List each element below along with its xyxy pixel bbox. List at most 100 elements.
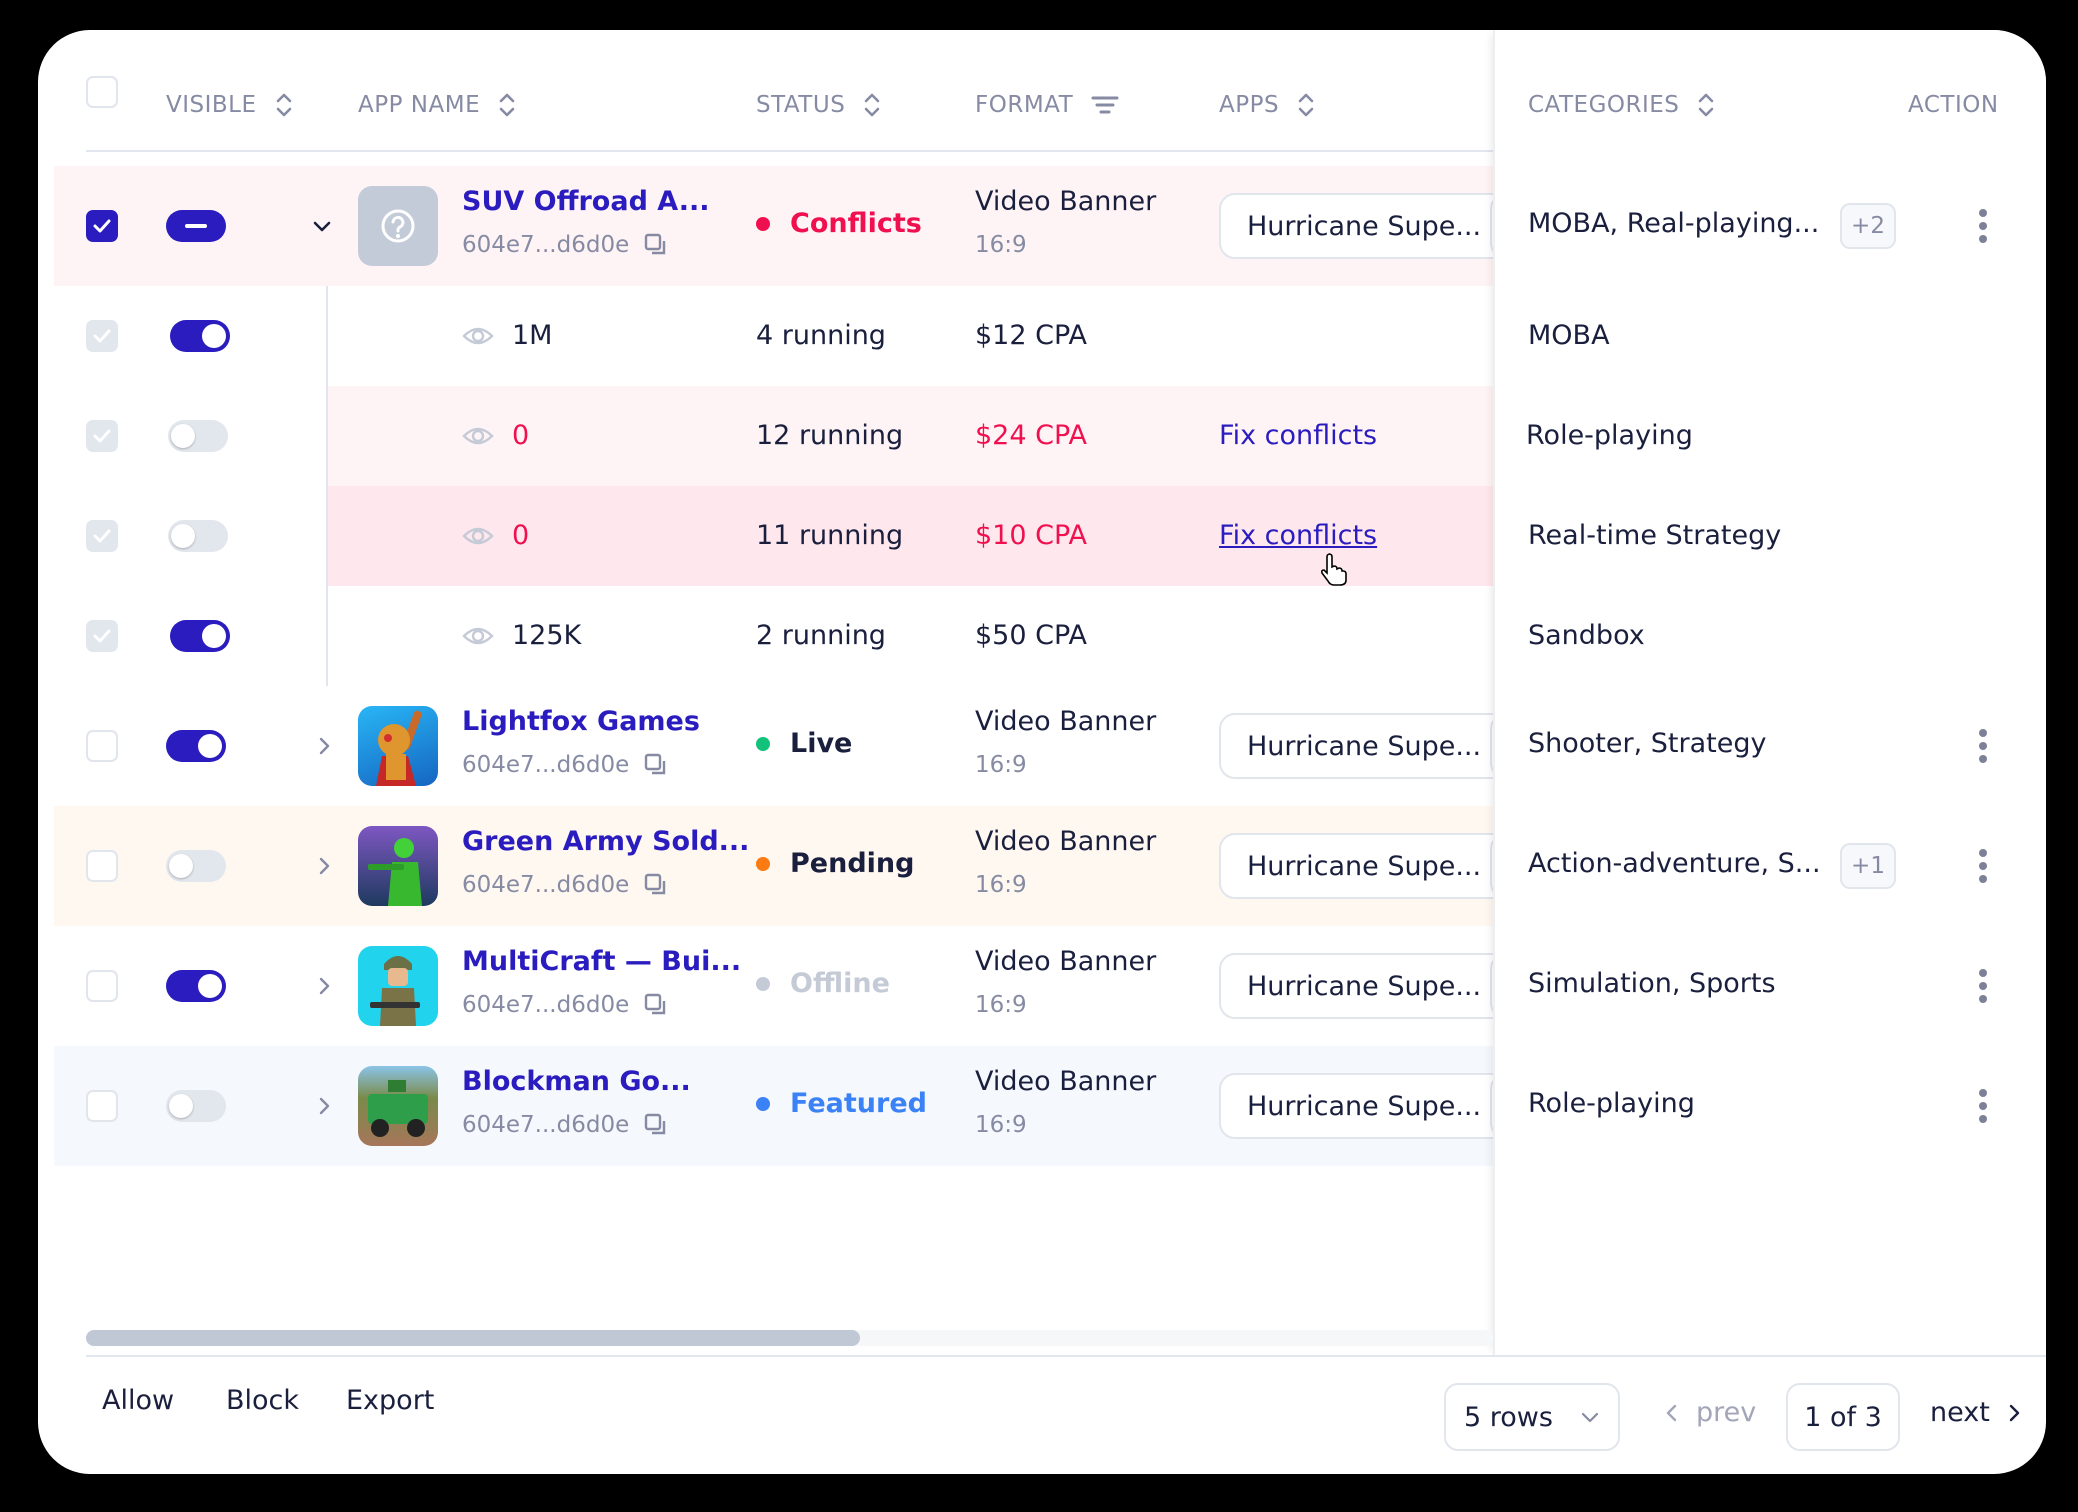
copy-icon[interactable] (643, 752, 669, 778)
app-name-link[interactable]: MultiCraft — Bui... (462, 946, 741, 977)
categories-text: Role-playing (1526, 420, 1693, 451)
visible-toggle[interactable] (170, 320, 230, 352)
copy-icon[interactable] (643, 1112, 669, 1138)
app-id: 604e7...d6d0e (462, 1112, 630, 1138)
header-visible[interactable]: VISIBLE (166, 30, 293, 180)
subrow-checkbox (86, 420, 118, 452)
header-format[interactable]: FORMAT (975, 30, 1119, 180)
eye-icon (462, 324, 494, 352)
sort-icon[interactable] (275, 92, 293, 118)
app-name-link[interactable]: Green Army Sold... (462, 826, 749, 857)
status-badge: Featured (756, 1088, 927, 1119)
header-status[interactable]: STATUS (756, 30, 881, 180)
chevron-down-icon[interactable] (310, 214, 334, 242)
more-vertical-icon[interactable] (1973, 849, 1993, 883)
filter-icon[interactable] (1091, 94, 1119, 116)
categories-text: Shooter, Strategy (1528, 728, 1767, 759)
copy-icon[interactable] (643, 992, 669, 1018)
next-label: next (1930, 1397, 1990, 1428)
copy-icon[interactable] (643, 872, 669, 898)
select-all-checkbox[interactable] (86, 76, 118, 108)
cpa-value: $12 CPA (975, 320, 1087, 351)
visible-toggle[interactable] (170, 620, 230, 652)
format-ratio: 16:9 (975, 872, 1027, 898)
more-vertical-icon[interactable] (1973, 969, 1993, 1003)
views-count: 0 (512, 520, 530, 551)
header-apps-label: APPS (1219, 92, 1280, 118)
chevron-right-icon[interactable] (312, 974, 336, 1002)
eye-icon (462, 424, 494, 452)
visible-toggle[interactable] (168, 520, 228, 552)
prev-label: prev (1696, 1397, 1757, 1428)
app-name-link[interactable]: Lightfox Games (462, 706, 700, 737)
header-app-name[interactable]: APP NAME (358, 30, 516, 180)
visible-toggle-indeterminate[interactable] (166, 210, 226, 242)
row-checkbox[interactable] (86, 970, 118, 1002)
visible-toggle[interactable] (168, 420, 228, 452)
app-icon-green-army (358, 826, 438, 906)
app-id: 604e7...d6d0e (462, 232, 630, 258)
row-checkbox[interactable] (86, 210, 118, 242)
categories-text: Role-playing (1528, 1088, 1695, 1119)
header-categories[interactable]: CATEGORIES (1528, 30, 1715, 180)
sort-icon[interactable] (863, 92, 881, 118)
categories-text: Real-time Strategy (1528, 520, 1782, 551)
cpa-value: $50 CPA (975, 620, 1087, 651)
page-indicator[interactable]: 1 of 3 (1786, 1383, 1900, 1451)
format-label: Video Banner (975, 706, 1157, 737)
more-categories-badge[interactable]: +2 (1840, 203, 1896, 249)
visible-toggle[interactable] (166, 970, 226, 1002)
fix-conflicts-link[interactable]: Fix conflicts (1219, 420, 1377, 451)
scrollbar-thumb[interactable] (86, 1330, 860, 1346)
more-vertical-icon[interactable] (1973, 729, 1993, 763)
visible-toggle[interactable] (166, 1090, 226, 1122)
horizontal-scrollbar[interactable] (86, 1330, 1493, 1346)
row-checkbox[interactable] (86, 850, 118, 882)
subrow-checkbox (86, 320, 118, 352)
format-ratio: 16:9 (975, 992, 1027, 1018)
chevron-down-icon (1579, 1406, 1601, 1428)
categories-text: MOBA (1528, 320, 1610, 351)
chevron-right-icon[interactable] (312, 734, 336, 762)
app-name-link[interactable]: SUV Offroad A... (462, 186, 709, 217)
running-count: 4 running (756, 320, 886, 351)
prev-page-button[interactable]: prev (1662, 1397, 1756, 1428)
more-vertical-icon[interactable] (1973, 1089, 1993, 1123)
chevron-right-icon[interactable] (312, 854, 336, 882)
cpa-value: $24 CPA (975, 420, 1087, 451)
block-button[interactable]: Block (226, 1385, 299, 1416)
rows-per-page-value: 5 rows (1464, 1401, 1553, 1433)
rows-per-page-select[interactable]: 5 rows (1444, 1383, 1620, 1451)
more-categories-badge[interactable]: +1 (1840, 843, 1896, 889)
status-badge: Offline (756, 968, 890, 999)
status-badge: Conflicts (756, 208, 922, 239)
export-button[interactable]: Export (346, 1385, 434, 1416)
sort-icon[interactable] (1297, 92, 1315, 118)
app-name-link[interactable]: Blockman Go... (462, 1066, 691, 1097)
fix-conflicts-link[interactable]: Fix conflicts (1219, 520, 1377, 551)
chevron-right-icon (2004, 1401, 2024, 1425)
app-id: 604e7...d6d0e (462, 752, 630, 778)
row-checkbox[interactable] (86, 730, 118, 762)
sort-icon[interactable] (1697, 92, 1715, 118)
allow-button[interactable]: Allow (102, 1385, 174, 1416)
format-label: Video Banner (975, 946, 1157, 977)
format-ratio: 16:9 (975, 752, 1027, 778)
sort-icon[interactable] (498, 92, 516, 118)
visible-toggle[interactable] (166, 850, 226, 882)
eye-icon (462, 624, 494, 652)
cpa-value: $10 CPA (975, 520, 1087, 551)
more-vertical-icon[interactable] (1973, 209, 1993, 243)
header-action: ACTION (1908, 92, 1999, 118)
format-label: Video Banner (975, 186, 1157, 217)
format-label: Video Banner (975, 1066, 1157, 1097)
header-status-label: STATUS (756, 92, 846, 118)
format-ratio: 16:9 (975, 232, 1027, 258)
footer-divider (86, 1355, 2046, 1357)
chevron-right-icon[interactable] (312, 1094, 336, 1122)
row-checkbox[interactable] (86, 1090, 118, 1122)
copy-icon[interactable] (643, 232, 669, 258)
visible-toggle[interactable] (166, 730, 226, 762)
next-page-button[interactable]: next (1930, 1397, 2024, 1428)
header-apps[interactable]: APPS (1219, 30, 1315, 180)
